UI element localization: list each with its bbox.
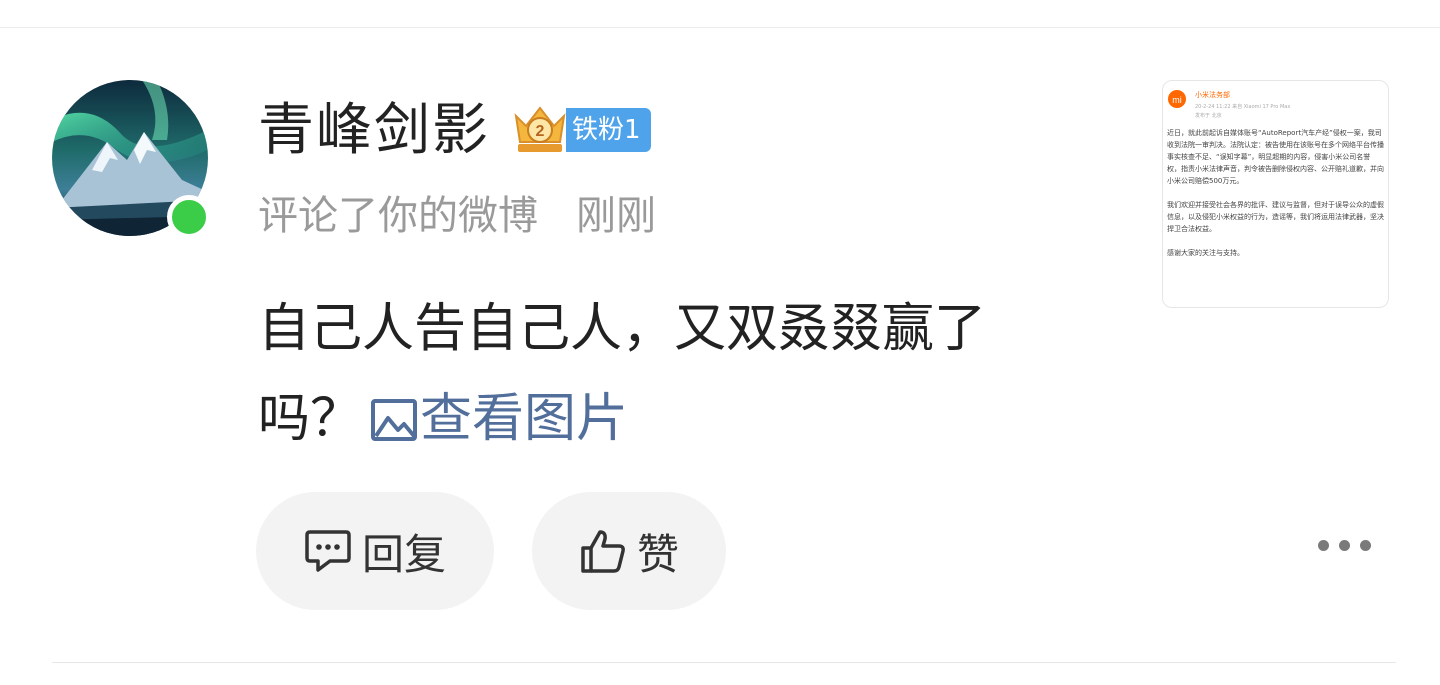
thumb-meta: 20-2-24 11:22 来自 Xiaomi 17 Pro Max xyxy=(1195,103,1290,110)
thumb-paragraph-1: 近日，就此前起诉自媒体账号“AutoReport汽车产经”侵权一案，我司收到法院… xyxy=(1167,129,1384,185)
like-label: 赞 xyxy=(636,529,679,579)
more-dot xyxy=(1318,540,1329,551)
timestamp: 刚刚 xyxy=(576,193,656,239)
comment-body: 自己人告自己人，又双叒叕赢了吗？ 查看图片 xyxy=(258,284,1058,464)
reply-button[interactable]: 回复 xyxy=(256,492,494,610)
view-image-link[interactable]: 查看图片 xyxy=(362,389,628,449)
like-button[interactable]: 赞 xyxy=(532,492,726,610)
avatar[interactable] xyxy=(52,80,211,242)
more-dot xyxy=(1339,540,1350,551)
notification-meta: 评论了你的微博 刚刚 xyxy=(258,188,656,244)
thumb-account: 小米法务部 xyxy=(1195,90,1230,99)
image-icon xyxy=(371,399,418,441)
fan-medal-icon: 2 xyxy=(514,106,566,152)
top-divider xyxy=(0,27,1440,28)
fan-level-badge[interactable]: 铁粉1 xyxy=(566,108,651,152)
view-image-label: 查看图片 xyxy=(420,389,629,449)
thumbs-up-icon xyxy=(579,528,627,574)
thumb-logo: mi xyxy=(1172,95,1182,105)
reply-label: 回复 xyxy=(361,529,446,579)
more-dot xyxy=(1360,540,1371,551)
more-options-button[interactable] xyxy=(1318,540,1371,551)
fan-medal-number: 2 xyxy=(536,123,545,140)
thumb-paragraph-3: 感谢大家的关注与支持。 xyxy=(1167,249,1244,257)
thumbnail-image: mi 小米法务部 20-2-24 11:22 来自 Xiaomi 17 Pro … xyxy=(1167,90,1384,257)
bottom-divider xyxy=(52,662,1396,663)
thumb-location: 发布于 北京 xyxy=(1195,112,1222,119)
post-thumbnail[interactable]: mi 小米法务部 20-2-24 11:22 来自 Xiaomi 17 Pro … xyxy=(1162,80,1389,308)
online-status-dot xyxy=(167,195,211,239)
username[interactable]: 青峰剑影 xyxy=(258,96,490,166)
notification-action: 评论了你的微博 xyxy=(258,193,538,239)
thumb-paragraph-2: 我们欢迎并接受社会各界的批评、建议与监督，但对于误导公众的虚假信息，以及侵犯小米… xyxy=(1167,201,1384,233)
comment-bubble-icon xyxy=(304,528,352,574)
